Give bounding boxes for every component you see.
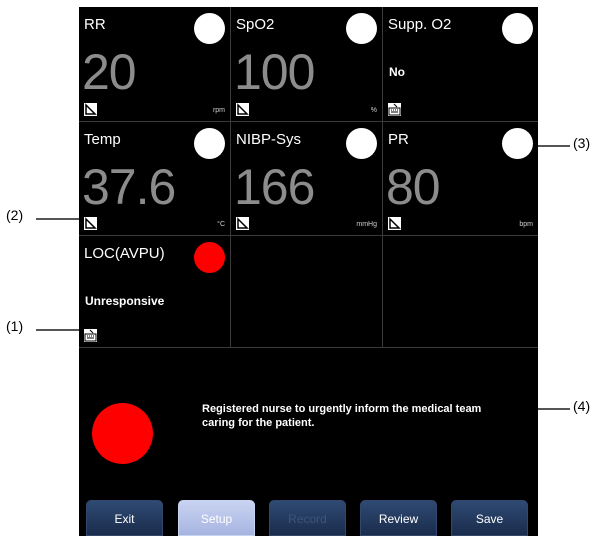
measure-mode-auto-icon[interactable] <box>236 217 249 230</box>
tile-spo2-label: SpO2 <box>236 16 275 33</box>
tile-loc-avpu[interactable]: LOC(AVPU) Unresponsive <box>79 236 231 348</box>
setup-button[interactable]: Setup <box>178 500 255 536</box>
manual-entry-icon[interactable] <box>388 103 401 116</box>
spo2-unit: % <box>370 107 377 114</box>
measure-mode-auto-icon[interactable] <box>388 217 401 230</box>
tile-empty-1 <box>231 236 383 348</box>
callout-1: (1) <box>6 318 24 334</box>
save-button[interactable]: Save <box>451 500 528 536</box>
spo2-status-indicator <box>346 13 377 44</box>
tile-spo2[interactable]: SpO2 100 % <box>231 7 383 122</box>
tile-nibp-sys[interactable]: NIBP-Sys 166 mmHg <box>231 122 383 236</box>
tile-rr-label: RR <box>84 16 106 33</box>
callout-2: (2) <box>6 207 24 223</box>
rr-unit: rpm <box>212 107 225 114</box>
temp-status-indicator <box>194 128 225 159</box>
tile-rr[interactable]: RR 20 rpm <box>79 7 231 122</box>
nibp-status-indicator <box>346 128 377 159</box>
pr-value: 80 <box>386 159 441 215</box>
loc-value: Unresponsive <box>85 294 165 308</box>
tile-pr-label: PR <box>388 131 409 148</box>
manual-entry-icon[interactable] <box>84 329 97 342</box>
review-button[interactable]: Review <box>360 500 437 536</box>
tile-pr[interactable]: PR 80 bpm <box>383 122 538 236</box>
tile-supp-o2-label: Supp. O2 <box>388 16 452 33</box>
tile-temp[interactable]: Temp 37.6 °C <box>79 122 231 236</box>
callout-4: (4) <box>573 398 591 414</box>
tile-temp-label: Temp <box>84 131 121 148</box>
tile-empty-2 <box>383 236 538 348</box>
rr-status-indicator <box>194 13 225 44</box>
callout-2-leader <box>36 218 84 220</box>
nibp-sys-value: 166 <box>234 159 315 215</box>
rr-value: 20 <box>82 44 137 100</box>
callout-1-leader <box>36 329 84 331</box>
temp-unit: °C <box>217 221 225 228</box>
supp-o2-value: No <box>389 65 405 79</box>
measure-mode-auto-icon[interactable] <box>236 103 249 116</box>
tile-supp-o2[interactable]: Supp. O2 No <box>383 7 538 122</box>
callout-3: (3) <box>573 135 591 151</box>
pr-unit: bpm <box>519 221 533 228</box>
alert-message: Registered nurse to urgently inform the … <box>202 403 482 429</box>
nibp-unit: mmHg <box>356 221 377 228</box>
tile-nibp-sys-label: NIBP-Sys <box>236 131 302 148</box>
pr-status-indicator <box>502 128 533 159</box>
temp-value: 37.6 <box>82 159 176 215</box>
tile-loc-label: LOC(AVPU) <box>84 245 165 262</box>
alert-indicator <box>92 403 153 464</box>
exit-button[interactable]: Exit <box>86 500 163 536</box>
spo2-value: 100 <box>234 44 315 100</box>
monitor-screen: RR 20 rpm SpO2 100 % Supp. O2 No Temp 37… <box>79 7 538 536</box>
loc-status-indicator <box>194 242 225 273</box>
supp-o2-status-indicator <box>502 13 533 44</box>
record-button[interactable]: Record <box>269 500 346 536</box>
measure-mode-auto-icon[interactable] <box>84 217 97 230</box>
measure-mode-auto-icon[interactable] <box>84 103 97 116</box>
